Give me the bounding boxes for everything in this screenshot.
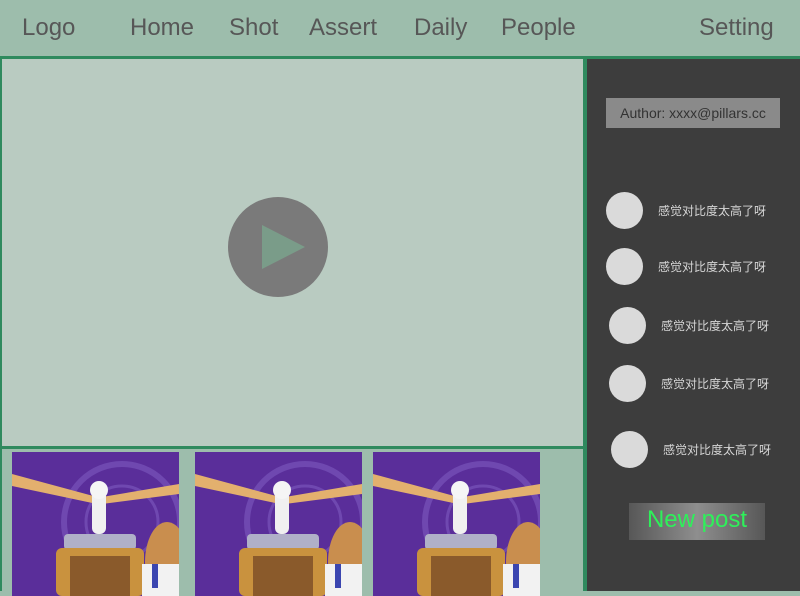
comment-text: 感觉对比度太高了呀 [663, 443, 772, 457]
thumbnail-strip [0, 447, 585, 596]
comment-text: 感觉对比度太高了呀 [658, 260, 767, 274]
top-nav: Logo Home Shot Assert Daily People Setti… [0, 0, 800, 58]
play-icon [262, 225, 305, 269]
avatar [606, 192, 643, 229]
nav-item-setting[interactable]: Setting [699, 14, 774, 42]
nav-item-home[interactable]: Home [130, 14, 194, 42]
nav-item-shot[interactable]: Shot [229, 14, 278, 42]
play-button[interactable] [228, 197, 328, 297]
avatar [609, 307, 646, 344]
avatar [606, 248, 643, 285]
thumbnail[interactable] [12, 452, 179, 596]
comment-text: 感觉对比度太高了呀 [661, 377, 770, 391]
thumbnail[interactable] [373, 452, 540, 596]
video-player[interactable] [0, 57, 585, 448]
comment-text: 感觉对比度太高了呀 [661, 319, 770, 333]
new-post-button[interactable]: New post [629, 503, 765, 540]
sidebar: Author: xxxx@pillars.cc 感觉对比度太高了呀 感觉对比度太… [585, 57, 800, 591]
avatar [609, 365, 646, 402]
logo[interactable]: Logo [22, 14, 75, 42]
thumbnail[interactable] [195, 452, 362, 596]
nav-item-daily[interactable]: Daily [414, 14, 467, 42]
nav-item-assert[interactable]: Assert [309, 14, 377, 42]
author-label: Author: xxxx@pillars.cc [606, 98, 780, 128]
comment-text: 感觉对比度太高了呀 [658, 204, 767, 218]
avatar [611, 431, 648, 468]
nav-item-people[interactable]: People [501, 14, 576, 42]
